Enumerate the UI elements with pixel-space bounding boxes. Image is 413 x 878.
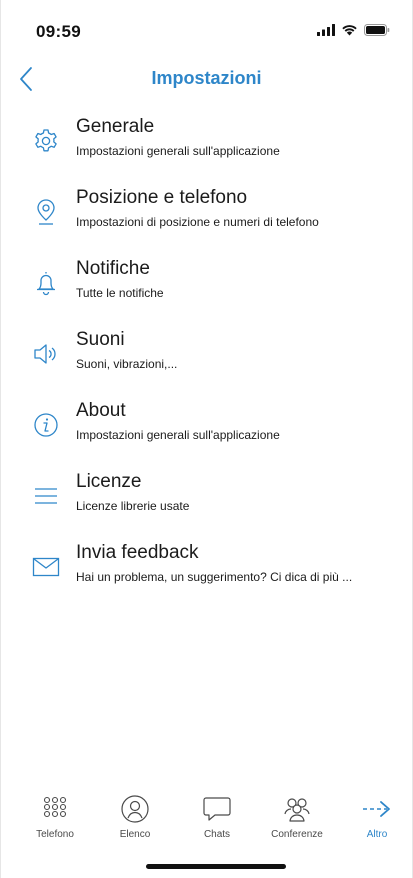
tab-label: Chats	[203, 829, 231, 840]
settings-item-subtitle: Impostazioni generali sull'applicazione	[76, 428, 280, 442]
contact-icon	[99, 794, 171, 824]
settings-item-title: Posizione e telefono	[76, 187, 248, 208]
settings-item-notifiche[interactable]: Notifiche Tutte le notifiche	[1, 254, 412, 318]
location-pin-icon	[31, 197, 61, 227]
phone-screen: 09:59 Impostazioni Generale Impostazioni…	[0, 0, 413, 878]
tab-label: Telefono	[36, 829, 74, 840]
battery-icon	[364, 24, 390, 36]
settings-item-feedback[interactable]: Invia feedback Hai un problema, un sugge…	[1, 538, 412, 602]
status-bar: 09:59	[1, 0, 412, 56]
settings-item-subtitle: Impostazioni generali sull'applicazione	[76, 144, 280, 158]
tab-elenco[interactable]: Elenco	[99, 792, 171, 848]
settings-item-licenze[interactable]: Licenze Licenze librerie usate	[1, 467, 412, 531]
tab-conferenze[interactable]: Conferenze	[261, 792, 333, 848]
keypad-icon	[19, 794, 91, 824]
signal-icon	[317, 24, 335, 36]
bell-icon	[31, 268, 61, 298]
home-indicator	[146, 864, 286, 869]
settings-item-about[interactable]: About Impostazioni generali sull'applica…	[1, 396, 412, 460]
arrow-right-icon	[341, 794, 413, 824]
settings-item-title: Licenze	[76, 471, 142, 492]
menu-lines-icon	[31, 481, 61, 511]
gear-icon	[31, 126, 61, 156]
status-time: 09:59	[36, 22, 81, 41]
settings-item-subtitle: Licenze librerie usate	[76, 499, 190, 513]
settings-item-subtitle: Tutte le notifiche	[76, 286, 164, 300]
settings-item-title: Suoni	[76, 329, 125, 350]
wifi-icon	[342, 25, 357, 36]
envelope-icon	[31, 552, 61, 582]
settings-item-title: Invia feedback	[76, 542, 199, 563]
settings-item-title: Notifiche	[76, 258, 150, 279]
chat-bubble-icon	[181, 794, 253, 824]
page-title: Impostazioni	[151, 68, 262, 88]
tab-label: Elenco	[119, 829, 151, 840]
settings-item-title: About	[76, 400, 126, 421]
status-icons	[317, 24, 390, 36]
tab-label: Conferenze	[271, 829, 323, 840]
settings-item-title: Generale	[76, 116, 155, 137]
tab-chats[interactable]: Chats	[181, 792, 253, 848]
settings-item-subtitle: Hai un problema, un suggerimento? Ci dic…	[76, 570, 353, 584]
tab-altro[interactable]: Altro	[341, 792, 413, 848]
info-icon	[31, 410, 61, 440]
tab-label: Altro	[366, 829, 388, 840]
settings-item-suoni[interactable]: Suoni Suoni, vibrazioni,...	[1, 325, 412, 389]
tab-telefono[interactable]: Telefono	[19, 792, 91, 848]
tab-bar: Telefono Elenco Chats Conferenze Altro	[1, 792, 412, 848]
header: Impostazioni	[1, 56, 412, 102]
settings-item-subtitle: Suoni, vibrazioni,...	[76, 357, 178, 371]
group-icon	[261, 794, 333, 824]
settings-item-generale[interactable]: Generale Impostazioni generali sull'appl…	[1, 112, 412, 176]
settings-item-posizione[interactable]: Posizione e telefono Impostazioni di pos…	[1, 183, 412, 247]
settings-item-subtitle: Impostazioni di posizione e numeri di te…	[76, 215, 319, 229]
speaker-icon	[31, 339, 61, 369]
